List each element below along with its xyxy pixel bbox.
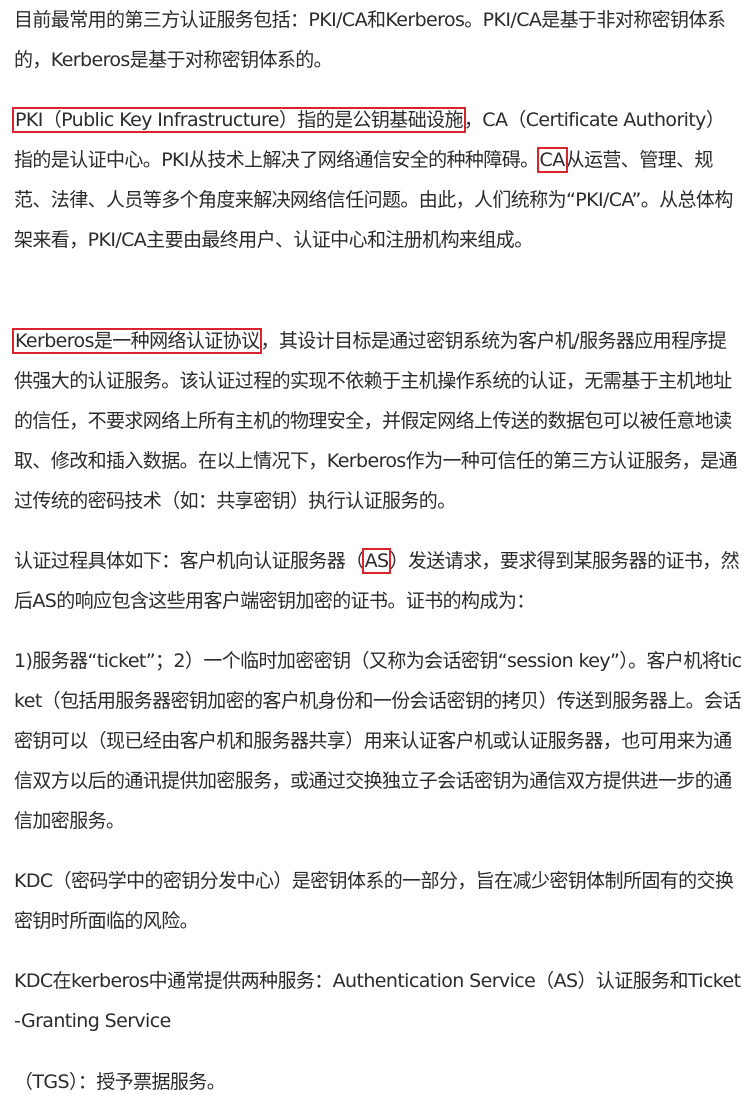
highlight-kerberos-definition: Kerberos是一种网络认证协议: [11, 328, 263, 354]
paragraph-kerberos: Kerberos是一种网络认证协议，其设计目标是通过密钥系统为客户机/服务器应用…: [11, 321, 742, 521]
highlight-ca: CA: [536, 147, 568, 173]
paragraph-ticket: 1)服务器“ticket”；2）一个临时加密密钥（又称为会话密钥“session…: [14, 650, 742, 832]
paragraph-pki-ca: PKI（Public Key Infrastructure）指的是公钥基础设施，…: [12, 100, 742, 260]
highlight-as: AS: [361, 548, 392, 574]
paragraph-intro: 目前最常用的第三方认证服务包括：PKI/CA和Kerberos。PKI/CA是基…: [14, 9, 726, 71]
paragraph-kdc-services: KDC在kerberos中通常提供两种服务：Authentication Ser…: [14, 970, 741, 1032]
paragraph-kerberos-text: ，其设计目标是通过密钥系统为客户机/服务器应用程序提供强大的认证服务。该认证过程…: [14, 330, 737, 512]
highlight-pki-definition: PKI（Public Key Infrastructure）指的是公钥基础设施: [12, 107, 466, 133]
paragraph-kdc: KDC（密码学中的密钥分发中心）是密钥体系的一部分，旨在减少密钥体制所固有的交换…: [14, 870, 734, 932]
paragraph-auth-process: 认证过程具体如下：客户机向认证服务器（AS）发送请求，要求得到某服务器的证书，然…: [14, 541, 742, 621]
paragraph-tgs: （TGS）：授予票据服务。: [14, 1071, 226, 1093]
paragraph-auth-process-text-1: 认证过程具体如下：客户机向认证服务器（: [14, 550, 364, 572]
